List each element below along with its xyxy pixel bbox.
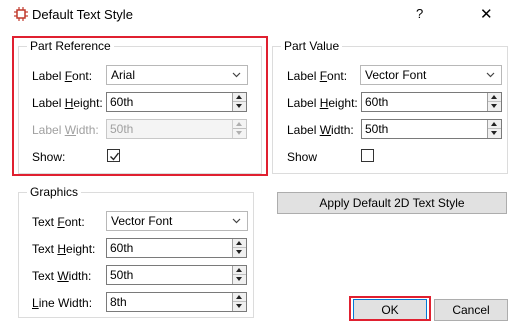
app-chip-icon (14, 7, 28, 21)
graphics-text-height-spinner[interactable]: 60th (106, 238, 247, 258)
graphics-text-width-value: 50th (110, 268, 134, 282)
graphics-line-width-value: 8th (110, 295, 127, 309)
close-button[interactable]: ✕ (480, 5, 493, 23)
default-text-style-dialog: Default Text Style ? ✕ Part Reference La… (0, 0, 512, 321)
graphics-text-font-value: Vector Font (111, 214, 173, 228)
chevron-down-icon (232, 218, 241, 224)
spin-down-button[interactable] (233, 275, 246, 284)
graphics-text-font-label: Text Font: (32, 215, 85, 229)
part-value-label-width-value: 50th (365, 122, 389, 136)
arrow-down-icon (236, 304, 242, 308)
cancel-button[interactable]: Cancel (434, 299, 508, 321)
spin-down-button[interactable] (488, 129, 501, 138)
help-button[interactable]: ? (416, 6, 423, 21)
arrow-up-icon (236, 268, 242, 272)
part-value-label-font-select[interactable]: Vector Font (360, 65, 502, 85)
graphics-text-width-label: Text Width: (32, 269, 92, 283)
part-value-show-checkbox[interactable] (361, 149, 374, 162)
spinner-buttons (487, 93, 501, 111)
spin-up-button[interactable] (488, 93, 501, 102)
graphics-line-width-label: Line Width: (32, 296, 93, 310)
title-bar: Default Text Style ? ✕ (0, 0, 512, 30)
spinner-buttons (487, 120, 501, 138)
arrow-down-icon (236, 277, 242, 281)
spinner-buttons (232, 239, 246, 257)
arrow-down-icon (236, 250, 242, 254)
spin-up-button[interactable] (233, 293, 246, 302)
arrow-up-icon (491, 95, 497, 99)
spin-down-button[interactable] (488, 102, 501, 111)
spin-up-button[interactable] (233, 239, 246, 248)
part-value-label-height-spinner[interactable]: 60th (361, 92, 502, 112)
part-value-label-height-label: Label Height: (287, 96, 358, 110)
apply-default-2d-text-style-button[interactable]: Apply Default 2D Text Style (277, 192, 507, 214)
spin-up-button[interactable] (233, 266, 246, 275)
highlight-ok-button (349, 296, 431, 321)
arrow-up-icon (236, 241, 242, 245)
arrow-down-icon (491, 104, 497, 108)
part-value-label-font-value: Vector Font (365, 68, 427, 82)
arrow-down-icon (491, 131, 497, 135)
spinner-buttons (232, 293, 246, 311)
spin-up-button[interactable] (488, 120, 501, 129)
graphics-text-height-label: Text Height: (32, 242, 96, 256)
chevron-down-icon (486, 72, 495, 78)
part-value-show-label: Show (287, 150, 318, 164)
spinner-buttons (232, 266, 246, 284)
graphics-line-width-spinner[interactable]: 8th (106, 292, 247, 312)
graphics-title: Graphics (27, 185, 82, 199)
window-title: Default Text Style (32, 7, 133, 22)
part-value-label-width-label: Label Width: (287, 123, 354, 137)
part-value-label-height-value: 60th (365, 95, 389, 109)
spin-down-button[interactable] (233, 302, 246, 311)
graphics-text-font-select[interactable]: Vector Font (106, 211, 248, 231)
part-value-label-font-label: Label Font: (287, 69, 348, 83)
highlight-part-reference (12, 36, 268, 176)
arrow-up-icon (491, 122, 497, 126)
spin-down-button[interactable] (233, 248, 246, 257)
arrow-up-icon (236, 295, 242, 299)
graphics-text-width-spinner[interactable]: 50th (106, 265, 247, 285)
part-value-title: Part Value (281, 39, 343, 53)
part-value-label-width-spinner[interactable]: 50th (361, 119, 502, 139)
graphics-text-height-value: 60th (110, 241, 134, 255)
